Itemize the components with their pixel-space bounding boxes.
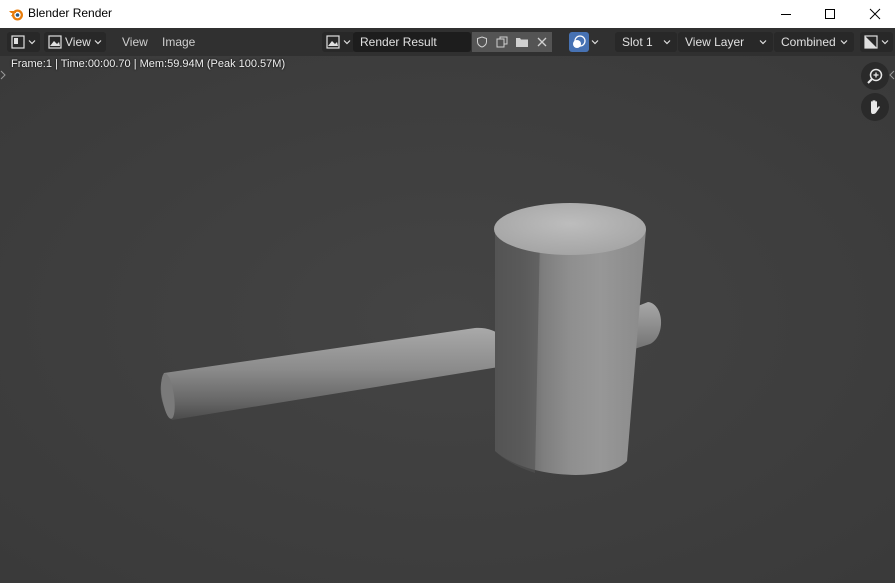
zoom-gizmo[interactable] — [861, 62, 889, 90]
chevron-down-icon — [94, 40, 102, 45]
menu-image[interactable]: Image — [162, 32, 195, 52]
chevron-down-icon — [28, 40, 36, 45]
new-image-button[interactable] — [492, 32, 512, 52]
render-result-image — [0, 56, 895, 583]
maximize-icon — [825, 9, 835, 19]
title-bar: Blender Render — [0, 0, 895, 28]
minimize-icon — [781, 14, 791, 15]
menu-image-label: Image — [162, 35, 196, 49]
open-image-button[interactable] — [512, 32, 532, 52]
chevron-down-icon — [663, 40, 671, 45]
close-icon — [537, 37, 547, 47]
view-layer-label: View Layer — [685, 35, 745, 49]
chevron-down-icon — [759, 40, 767, 45]
chevron-right-icon[interactable] — [0, 70, 6, 80]
image-editor-icon — [11, 35, 25, 49]
image-name-field[interactable]: Render Result — [353, 32, 471, 52]
view-mode-label: View — [65, 35, 91, 49]
menu-view-label: View — [122, 35, 148, 49]
slot-label: Slot 1 — [622, 35, 653, 49]
window-title: Blender Render — [28, 6, 113, 20]
maximize-button[interactable] — [807, 0, 853, 28]
duplicate-icon — [496, 36, 508, 48]
zoom-icon — [867, 68, 883, 84]
hand-pan-icon — [871, 100, 880, 114]
folder-icon — [516, 38, 528, 47]
render-pass-label: Combined — [781, 35, 836, 49]
minimize-button[interactable] — [763, 0, 809, 28]
image-browse-icon — [326, 35, 340, 49]
chevron-down-icon — [881, 40, 889, 45]
menu-view[interactable]: View — [122, 32, 148, 52]
fake-user-button[interactable] — [472, 32, 492, 52]
chevron-down-icon — [343, 40, 351, 45]
image-name-text: Render Result — [360, 35, 437, 49]
chevron-left-icon[interactable] — [889, 70, 895, 80]
image-browse-button[interactable] — [322, 32, 355, 52]
view-layer-dropdown[interactable]: View Layer — [678, 32, 773, 52]
close-icon — [869, 8, 881, 20]
image-viewport[interactable]: Frame:1 | Time:00:00.70 | Mem:59.94M (Pe… — [0, 56, 895, 583]
display-channels-icon — [864, 35, 878, 49]
sample-tool-button[interactable] — [569, 32, 589, 52]
image-icon — [48, 35, 62, 49]
display-channels-selector[interactable] — [860, 32, 893, 52]
slot-dropdown[interactable]: Slot 1 — [615, 32, 677, 52]
blender-logo-icon — [9, 9, 23, 21]
chevron-down-icon — [840, 40, 848, 45]
shield-icon — [477, 36, 487, 48]
view-mode-selector[interactable]: View — [44, 32, 106, 52]
overlay-icon — [573, 35, 586, 48]
unlink-image-button[interactable] — [532, 32, 552, 52]
image-editor-header: View View Image Render Result Slot 1 Vie… — [0, 28, 895, 56]
render-pass-dropdown[interactable]: Combined — [774, 32, 854, 52]
editor-type-selector[interactable] — [7, 32, 40, 52]
render-info-text: Frame:1 | Time:00:00.70 | Mem:59.94M (Pe… — [11, 58, 286, 70]
close-button[interactable] — [852, 0, 895, 28]
pan-gizmo[interactable] — [861, 93, 889, 121]
chevron-down-icon — [591, 40, 599, 45]
sample-tool-dropdown[interactable] — [591, 32, 599, 52]
